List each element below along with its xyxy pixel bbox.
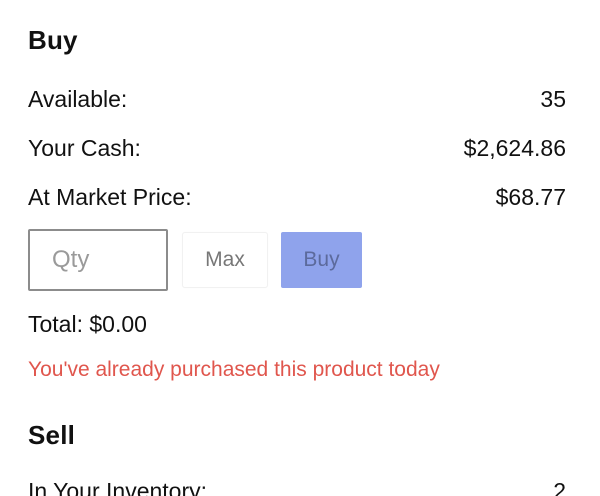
qty-input[interactable] xyxy=(28,229,168,291)
sell-section-title: Sell xyxy=(28,420,76,450)
market-price-label: At Market Price: xyxy=(28,183,192,210)
error-message: You've already purchased this product to… xyxy=(28,358,440,381)
inventory-row: In Your Inventory: 2 xyxy=(28,476,566,496)
available-value: 35 xyxy=(540,85,566,112)
market-price-row: At Market Price: $68.77 xyxy=(28,182,566,212)
cash-row: Your Cash: $2,624.86 xyxy=(28,133,566,163)
inventory-value: 2 xyxy=(553,477,566,496)
cash-label: Your Cash: xyxy=(28,134,141,161)
buy-controls: Max Buy xyxy=(28,229,566,291)
available-row: Available: 35 xyxy=(28,84,566,114)
total-text: Total: $0.00 xyxy=(28,311,147,337)
buy-section-title: Buy xyxy=(28,25,78,55)
cash-value: $2,624.86 xyxy=(463,134,566,161)
market-price-value: $68.77 xyxy=(495,183,566,210)
available-label: Available: xyxy=(28,85,128,112)
inventory-label: In Your Inventory: xyxy=(28,477,208,496)
buy-button[interactable]: Buy xyxy=(281,232,362,288)
max-button[interactable]: Max xyxy=(182,232,268,288)
